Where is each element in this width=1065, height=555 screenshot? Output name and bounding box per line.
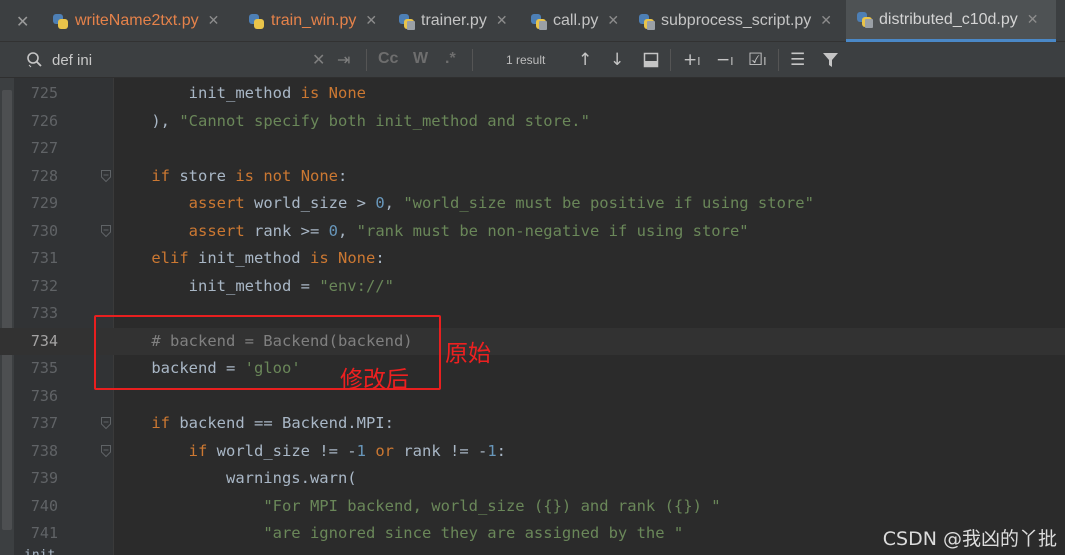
line-number: 732	[30, 276, 58, 295]
close-tab-icon[interactable]: ✕	[208, 13, 220, 29]
tab-call[interactable]: call.py ✕	[530, 0, 619, 42]
tab-label: subprocess_script.py	[661, 12, 812, 29]
code-line[interactable]: 739 warnings.warn(	[0, 465, 1065, 492]
annotation-original-label: 原始	[445, 341, 491, 367]
line-number: 734	[30, 331, 58, 350]
divider	[366, 49, 367, 71]
close-tab-icon[interactable]: ✕	[607, 13, 619, 29]
line-number: 727	[30, 139, 58, 157]
fold-marker-icon[interactable]	[100, 444, 112, 458]
code-text: warnings.warn(	[114, 469, 357, 487]
divider	[778, 49, 779, 71]
editor-tab-bar: ✕ writeName2txt.py ✕ train_win.py ✕ trai…	[0, 0, 1065, 42]
code-line[interactable]: 729 assert world_size > 0, "world_size m…	[0, 190, 1065, 217]
code-line[interactable]: 737 if backend == Backend.MPI:	[0, 410, 1065, 437]
code-text: init_method = "env://"	[114, 276, 394, 295]
line-number: 738	[30, 441, 58, 460]
code-text: if backend == Backend.MPI:	[151, 414, 394, 432]
line-number: 726	[30, 111, 58, 130]
code-line[interactable]: 728 if store is not None:	[0, 163, 1065, 190]
whole-words-toggle[interactable]: W	[413, 50, 428, 68]
tab-label: distributed_c10d.py	[879, 10, 1018, 28]
arrow-up-icon[interactable]: ↑	[578, 49, 592, 71]
search-icon[interactable]	[26, 51, 44, 69]
close-icon[interactable]: ✕	[16, 12, 29, 31]
code-text: if store is not None:	[151, 166, 348, 185]
tab-label: writeName2txt.py	[75, 12, 199, 29]
line-number: 741	[30, 524, 58, 542]
line-number: 739	[30, 469, 58, 487]
arrow-down-icon[interactable]: ↓	[610, 49, 624, 71]
code-text: init_method is None	[114, 84, 366, 102]
line-number: 737	[30, 414, 58, 432]
tab-label: train_win.py	[271, 12, 357, 29]
search-input[interactable]	[52, 48, 302, 72]
divider	[670, 49, 671, 71]
add-occurrence-icon[interactable]: +I	[683, 49, 701, 71]
remove-occurrence-icon[interactable]: −I	[716, 49, 734, 71]
code-line[interactable]: 726 ), "Cannot specify both init_method …	[0, 108, 1065, 135]
line-number: 736	[30, 386, 58, 405]
toggle-occurrences-icon[interactable]: ☑I	[748, 49, 767, 71]
close-tab-icon[interactable]: ✕	[496, 13, 508, 29]
line-number: 731	[30, 249, 58, 267]
search-result-count: 1 result	[506, 53, 546, 67]
code-line[interactable]: 731 elif init_method is None:	[0, 245, 1065, 272]
csdn-watermark: CSDN @我凶的丫批	[882, 528, 1057, 550]
annotation-modified-label: 修改后	[340, 367, 409, 393]
code-text: elif init_method is None:	[151, 249, 385, 267]
regex-toggle[interactable]: .*	[445, 50, 456, 68]
code-text: if world_size != -1 or rank != -1:	[188, 441, 507, 460]
line-number: 740	[30, 496, 58, 515]
fold-marker-icon[interactable]	[100, 416, 112, 430]
partial-status-text: init	[24, 548, 55, 555]
code-text: assert world_size > 0, "world_size must …	[188, 194, 814, 212]
close-tab-icon[interactable]: ✕	[365, 13, 377, 29]
code-line[interactable]: 740 "For MPI backend, world_size ({}) an…	[0, 493, 1065, 520]
line-number: 725	[30, 84, 58, 102]
code-line[interactable]: 730 assert rank >= 0, "rank must be non-…	[0, 218, 1065, 245]
tab-label: call.py	[553, 12, 599, 29]
code-text: ), "Cannot specify both init_method and …	[114, 111, 590, 130]
line-number: 728	[30, 166, 58, 185]
close-tab-icon[interactable]: ✕	[1027, 12, 1039, 28]
code-line[interactable]: 732 init_method = "env://"	[0, 273, 1065, 300]
clear-search-icon[interactable]: ✕	[312, 50, 325, 70]
line-number: 733	[30, 304, 58, 322]
line-number: 730	[30, 221, 58, 240]
fold-marker-icon[interactable]	[100, 169, 112, 183]
code-line[interactable]: 738 if world_size != -1 or rank != -1:	[0, 438, 1065, 465]
python-readonly-file-icon	[530, 13, 547, 30]
line-number: 729	[30, 194, 58, 212]
tab-distributed-c10d[interactable]: distributed_c10d.py ✕	[846, 0, 1056, 42]
close-tab-icon[interactable]: ✕	[820, 13, 832, 29]
python-readonly-file-icon	[856, 11, 873, 28]
python-file-icon	[248, 13, 265, 30]
code-text: "are ignored since they are assigned by …	[263, 524, 684, 542]
find-bar: ✕ ⇥ Cc W .* 1 result ↑ ↓ +I −I ☑I ☰	[0, 42, 1065, 78]
python-readonly-file-icon	[398, 13, 415, 30]
code-line[interactable]: 727	[0, 135, 1065, 162]
fold-marker-icon[interactable]	[100, 224, 112, 238]
code-text: "For MPI backend, world_size ({}) and ra…	[263, 496, 721, 515]
match-case-toggle[interactable]: Cc	[378, 50, 398, 68]
tab-trainer[interactable]: trainer.py ✕	[398, 0, 508, 42]
python-readonly-file-icon	[638, 13, 655, 30]
search-options-icon[interactable]: ☰	[790, 49, 805, 71]
filter-icon[interactable]	[822, 52, 839, 68]
select-all-occurrences-icon[interactable]	[643, 52, 659, 68]
replace-icon[interactable]: ⇥	[337, 50, 350, 70]
tab-writename2txt[interactable]: writeName2txt.py ✕	[52, 0, 219, 42]
line-number: 735	[30, 359, 58, 377]
divider	[472, 49, 473, 71]
code-line[interactable]: 725 init_method is None	[0, 80, 1065, 107]
tab-subprocess-script[interactable]: subprocess_script.py ✕	[638, 0, 832, 42]
tab-label: trainer.py	[421, 12, 487, 29]
tab-train-win[interactable]: train_win.py ✕	[248, 0, 377, 42]
python-file-icon	[52, 13, 69, 30]
code-text: assert rank >= 0, "rank must be non-nega…	[188, 221, 749, 240]
